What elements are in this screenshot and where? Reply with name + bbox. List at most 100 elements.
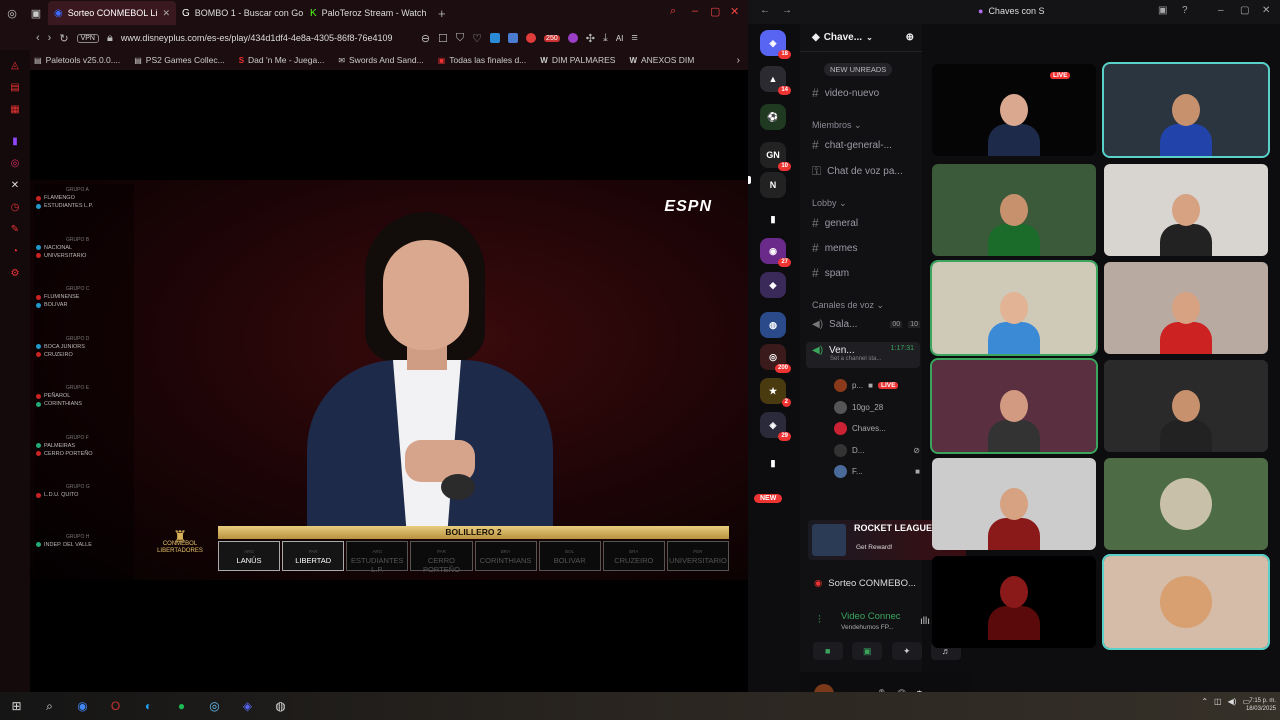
channel-video-nuevo[interactable]: # video-nuevo (812, 86, 920, 100)
chrome-icon[interactable]: ◉ (66, 692, 99, 720)
participant-tile[interactable] (1102, 554, 1270, 650)
bookmark-item[interactable]: ▤ Paletools v25.0.0.... (34, 55, 120, 65)
sidebar-app-icon[interactable]: ▦ (0, 98, 30, 120)
volume-icon[interactable]: ◀) (1228, 697, 1237, 706)
close-tab-icon[interactable]: ✕ (162, 8, 170, 19)
lock-icon[interactable]: 🔒︎ (107, 32, 113, 45)
voice-user[interactable]: p... ■ LIVE (834, 379, 920, 392)
extension-icon[interactable] (508, 33, 519, 43)
sidebar-app-icon[interactable]: ▤ (0, 76, 30, 98)
obs-icon[interactable]: ◍ (264, 692, 297, 720)
voice-channel-active[interactable]: ◀) Ven... 1:17:31 Set a channel sta... (806, 342, 920, 368)
server-icon[interactable]: ◎ 200 (760, 344, 791, 373)
inbox-icon[interactable]: ▣ (1158, 5, 1167, 16)
tab-sorteo[interactable]: ◉ Sorteo CONMEBOL Li ✕ (48, 1, 176, 25)
settings-icon[interactable]: ⚙ (0, 262, 30, 284)
participant-tile[interactable] (1104, 262, 1268, 354)
twitch-icon[interactable]: ▮ (0, 130, 30, 152)
tab-overview-icon[interactable]: ▣ (24, 7, 48, 20)
browser-menu-icon[interactable]: ◎ (0, 7, 24, 20)
extension-badge[interactable]: 250 (544, 34, 560, 42)
server-icon[interactable]: ◈ 29 (760, 412, 791, 441)
voice-user[interactable]: D... ⊘ (834, 443, 920, 457)
participant-tile[interactable] (1104, 164, 1268, 256)
bookmark-item[interactable]: S Dad 'n Me - Juega... (239, 55, 325, 65)
bookmark-item[interactable]: ▤ PS2 Games Collec... (134, 55, 224, 65)
participant-tile[interactable] (932, 164, 1096, 256)
x-icon[interactable]: ✕ (0, 174, 30, 196)
bookmark-item[interactable]: W DIM PALMARES (540, 55, 615, 65)
server-icon[interactable]: ▲ 14 (760, 66, 791, 95)
camera-button[interactable]: ■ (812, 642, 843, 660)
participant-tile[interactable] (932, 556, 1096, 648)
tray-chevron-icon[interactable]: ⌃ (1201, 697, 1208, 706)
folder-icon[interactable]: ▮ (760, 450, 786, 476)
channel-memes[interactable]: # memes (812, 241, 920, 255)
server-icon[interactable]: GN 10 (760, 142, 791, 171)
server-icon[interactable]: ◍ (760, 312, 786, 338)
extension-icon[interactable] (526, 33, 537, 43)
search-tabs-icon[interactable]: ⌕ (670, 5, 676, 18)
clock[interactable]: 7:15 p. m. 18/03/2025 (1246, 697, 1276, 713)
start-icon[interactable]: ⊞ (0, 692, 33, 720)
close-window-button[interactable]: ✕ (1262, 5, 1270, 16)
participant-tile[interactable] (1102, 62, 1270, 158)
tab-paloteroz[interactable]: K PaloTeroz Stream - Watch (304, 1, 432, 25)
category-voice[interactable]: Canales de voz ⌄ (812, 300, 884, 311)
maximize-button[interactable]: ▢ (1240, 5, 1249, 16)
channel-chat-voz[interactable]: ⚿ Chat de voz pa... (812, 164, 920, 179)
network-icon[interactable]: ◫ (1214, 697, 1222, 706)
download-icon[interactable]: ⤓ (603, 32, 608, 45)
edge-icon[interactable]: ◐ (132, 692, 165, 720)
shield-icon[interactable]: ⛉ (456, 32, 464, 45)
discord-icon[interactable]: ◈ (231, 692, 264, 720)
server-icon[interactable]: ◆ (760, 272, 786, 298)
minimize-button[interactable]: – (1218, 5, 1224, 16)
steam-icon[interactable]: ◎ (198, 692, 231, 720)
participant-tile[interactable] (930, 260, 1098, 356)
opera-icon[interactable]: O (99, 692, 132, 720)
participant-tile[interactable] (1104, 360, 1268, 452)
back-icon[interactable]: ‹ (36, 32, 40, 44)
minimize-button[interactable]: – (692, 5, 698, 17)
channel-chat-general[interactable]: # chat-general-... (812, 138, 920, 152)
puzzle-icon[interactable]: ✣ (586, 32, 595, 45)
zoom-icon[interactable]: ⊖ (421, 32, 430, 45)
url-field[interactable]: www.disneyplus.com/es-es/play/434d1df4-4… (121, 33, 413, 43)
participant-tile[interactable] (930, 358, 1098, 454)
bookmark-item[interactable]: ▣ Todas las finales d... (438, 55, 527, 65)
screen-share-button[interactable]: ▣ (852, 642, 883, 660)
close-window-button[interactable]: ✕ (730, 5, 739, 18)
sidebar-app-icon[interactable]: ✎ (0, 218, 30, 240)
forward-icon[interactable]: › (48, 32, 52, 44)
search-icon[interactable]: ⌕ (33, 692, 66, 720)
maximize-button[interactable]: ▢ (710, 5, 720, 18)
heart-icon[interactable]: ♡ (472, 32, 482, 45)
sidebar-app-icon[interactable]: ◬ (0, 54, 30, 76)
vpn-badge[interactable]: VPN (76, 33, 99, 43)
extension-icon[interactable] (567, 33, 578, 43)
activities-button[interactable]: ✦ (891, 642, 922, 660)
tab-bombo[interactable]: G BOMBO 1 - Buscar con Go (176, 1, 304, 25)
bookmark-item[interactable]: ✉ Swords And Sand... (338, 55, 423, 65)
channel-spam[interactable]: # spam (812, 266, 920, 280)
participant-tile[interactable] (932, 458, 1096, 550)
extension-icon[interactable] (490, 33, 501, 43)
server-icon[interactable]: ⚽ (760, 104, 786, 130)
server-icon[interactable]: ★ 2 (760, 378, 791, 407)
instagram-icon[interactable]: ◎ (0, 152, 30, 174)
voice-user[interactable]: Chaves... (834, 422, 920, 435)
participant-tile[interactable]: LIVE (932, 64, 1096, 156)
server-icon[interactable]: ◉ 27 (760, 238, 791, 267)
spotify-icon[interactable]: ● (165, 692, 198, 720)
help-icon[interactable]: ? (1182, 5, 1188, 16)
category-members[interactable]: Miembros ⌄ (812, 120, 862, 131)
voice-user[interactable]: 10go_28 (834, 400, 920, 414)
new-tab-button[interactable]: + (438, 6, 446, 21)
server-header[interactable]: ◆ Chave... ⌄ ⊕ (800, 24, 922, 52)
voice-channel-sala[interactable]: ◀) Sala... 00 10 (812, 319, 920, 330)
channel-general[interactable]: # general (812, 216, 920, 230)
server-icon[interactable]: N (760, 172, 786, 198)
folder-icon[interactable]: ▮ (760, 206, 786, 232)
voice-user[interactable]: F... ■ (834, 465, 920, 478)
